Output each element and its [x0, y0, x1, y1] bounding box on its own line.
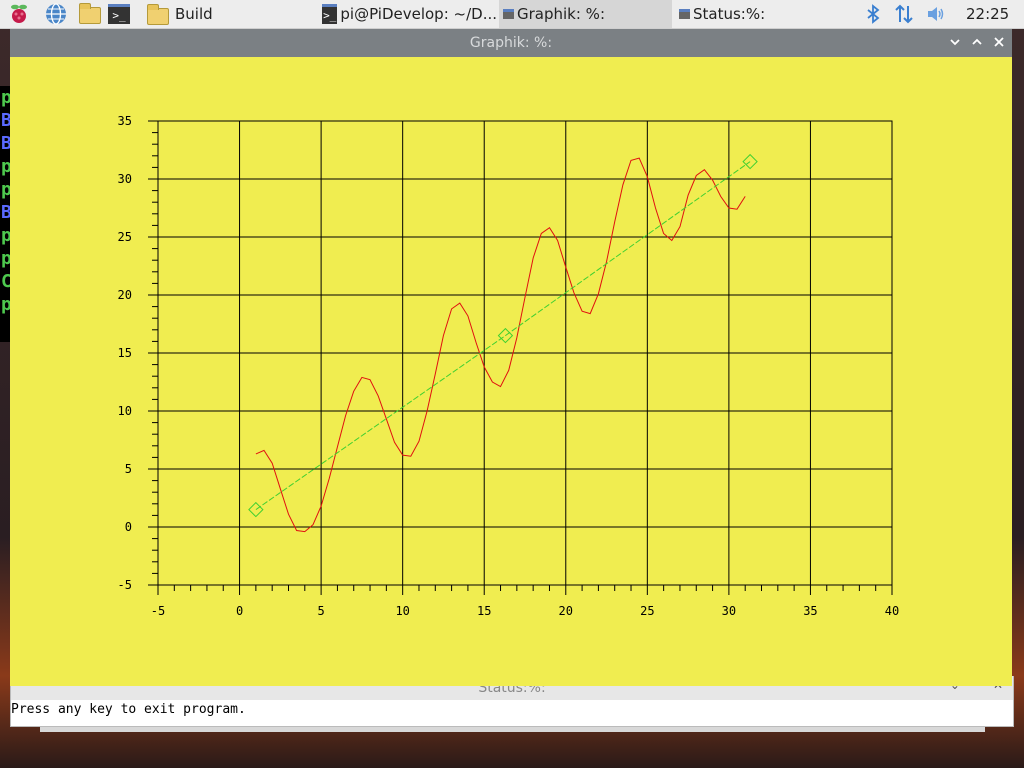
- network-updown-icon[interactable]: [893, 3, 915, 25]
- y-tick-label: 5: [125, 462, 132, 476]
- x-tick-label: 5: [317, 604, 324, 618]
- y-tick-label: 10: [118, 404, 132, 418]
- graph-window-controls: [950, 29, 1004, 57]
- y-tick-label: 0: [125, 520, 132, 534]
- taskbar-window-label: Build: [175, 5, 213, 23]
- file-manager-icon[interactable]: [79, 3, 101, 29]
- y-tick-label: 15: [118, 346, 132, 360]
- series-line-0: [255, 157, 746, 533]
- clock[interactable]: 22:25: [966, 0, 1016, 28]
- volume-icon[interactable]: [925, 3, 947, 25]
- taskbar-window-label: pi@PiDevelop: ~/D...: [340, 5, 497, 23]
- line-chart: -5 0 5 10 15 20 25 30 35 40 -5 0 5 10 15 20 25 30 35: [118, 114, 900, 618]
- y-tick-label: -5: [118, 578, 132, 592]
- graph-window-title[interactable]: Graphik: %:: [10, 29, 1012, 57]
- terminal-icon: >_: [322, 4, 338, 24]
- taskbar: >_ Build >_ pi@PiDevelop: ~/D... Graphik…: [0, 0, 1024, 29]
- window-icon: [679, 9, 690, 19]
- taskbar-window-status[interactable]: Status:%:: [676, 0, 851, 28]
- graph-canvas[interactable]: -5 0 5 10 15 20 25 30 35 40 -5 0 5 10 15 20 25 30 35: [10, 57, 1012, 686]
- data-point-marker: [248, 501, 264, 518]
- y-tick-label: 30: [118, 172, 132, 186]
- bluetooth-icon[interactable]: [862, 3, 884, 25]
- terminal-icon[interactable]: >_: [108, 4, 130, 26]
- y-tick-label: 25: [118, 230, 132, 244]
- status-message: Press any key to exit program.: [11, 702, 246, 717]
- x-tick-label: 10: [395, 604, 409, 618]
- x-tick-label: 20: [559, 604, 573, 618]
- taskbar-window-label: Graphik: %:: [517, 5, 605, 23]
- chevron-up-icon[interactable]: [972, 36, 982, 51]
- x-tick-label: 0: [236, 604, 243, 618]
- taskbar-window-label: Status:%:: [693, 5, 766, 23]
- series-line-1: [255, 161, 751, 511]
- raspberry-menu-icon[interactable]: [8, 3, 30, 25]
- folder-icon: [147, 3, 169, 25]
- taskbar-window-graphik[interactable]: Graphik: %:: [499, 0, 672, 28]
- x-tick-label: 30: [722, 604, 736, 618]
- web-browser-icon[interactable]: [45, 3, 67, 25]
- x-tick-label: 40: [885, 604, 899, 618]
- x-tick-label: 15: [477, 604, 491, 618]
- x-tick-label: 25: [640, 604, 654, 618]
- taskbar-window-build[interactable]: Build: [143, 0, 318, 28]
- graph-window[interactable]: Graphik: %: -5 0 5 10 15 20 25 30 35 40 -5 0 5 10 15 20…: [10, 29, 1012, 686]
- close-icon[interactable]: [994, 36, 1004, 51]
- y-tick-label: 20: [118, 288, 132, 302]
- y-tick-label: 35: [118, 114, 132, 128]
- window-icon: [503, 9, 514, 19]
- x-tick-label: 35: [803, 604, 817, 618]
- chevron-down-icon[interactable]: [950, 36, 960, 51]
- taskbar-window-terminal[interactable]: >_ pi@PiDevelop: ~/D...: [322, 0, 497, 28]
- x-tick-label: -5: [151, 604, 165, 618]
